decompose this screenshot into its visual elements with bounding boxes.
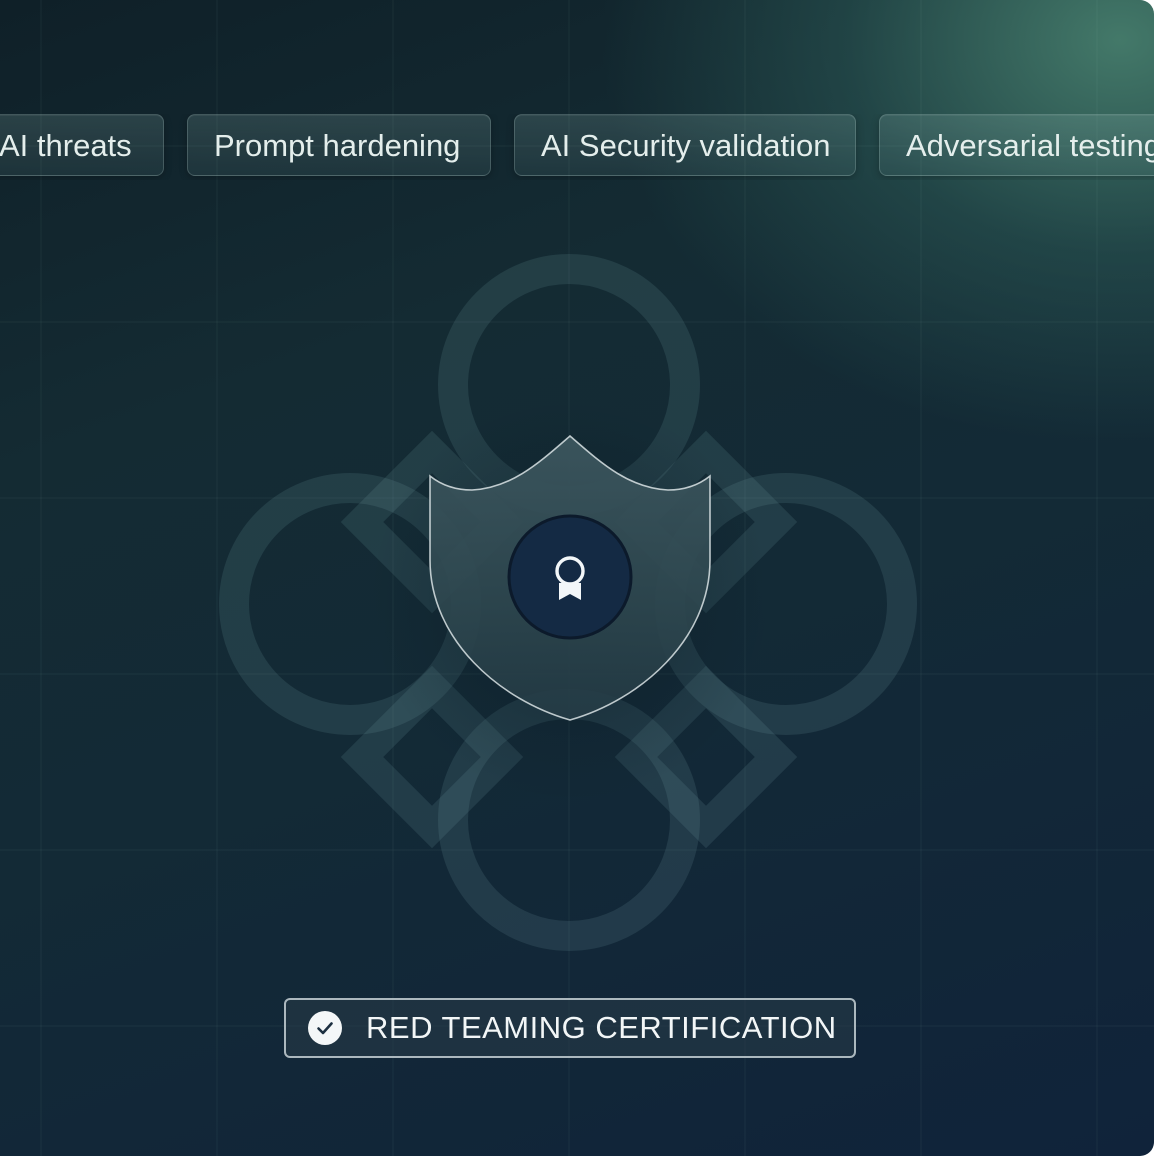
- check-circle-icon: [308, 1011, 342, 1045]
- award-ribbon-icon: [555, 556, 585, 600]
- certification-label: RED TEAMING CERTIFICATION: [366, 1010, 837, 1045]
- security-emblem: [219, 254, 917, 951]
- certification-badge: RED TEAMING CERTIFICATION: [284, 998, 856, 1058]
- hero-card: AI threats Prompt hardening AI Security …: [0, 0, 1154, 1156]
